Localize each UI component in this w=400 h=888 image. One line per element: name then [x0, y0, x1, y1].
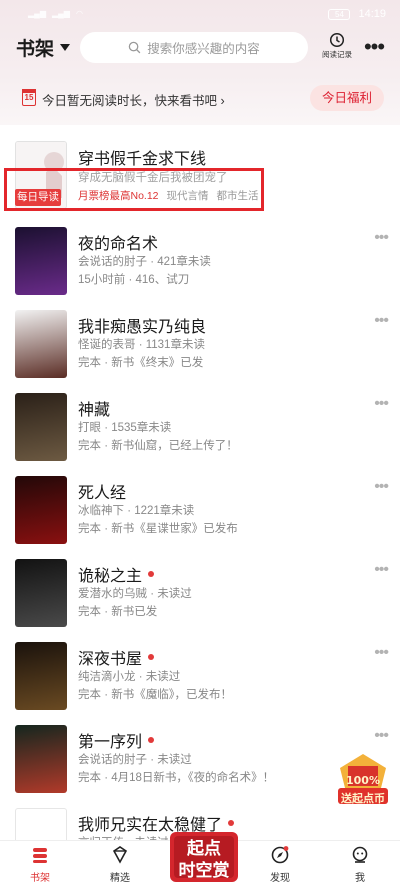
book-title: 第一序列: [78, 728, 155, 752]
featured-book[interactable]: 每日导读 穿书假千金求下线 穿成无脑假千金后我被团宠了 月票榜最高No.12 现…: [0, 127, 400, 217]
book-cover[interactable]: [15, 725, 67, 793]
book-title: 死人经: [78, 479, 126, 503]
search-placeholder: 搜索你感兴趣的内容: [147, 42, 260, 56]
status-left: ▂▄▆ ▂▄▆ ◠: [28, 10, 83, 18]
update-dot-icon: [148, 654, 155, 660]
nav-label: 我: [355, 873, 365, 884]
book-author-progress: 会说话的肘子 · 未读过: [78, 754, 192, 766]
book-latest-update: 完本 · 新书《魔临》，已发布！: [78, 689, 232, 701]
wifi-icon: ◠: [75, 9, 83, 18]
status-time: 14:19: [358, 8, 386, 20]
book-latest-update: 完本 · 新书已发: [78, 606, 158, 618]
notice-text: 今日暂无阅读时长，快来看书吧 ›: [42, 94, 225, 108]
book-latest-update: 15小时前 · 416、试刀: [78, 274, 190, 286]
nav-label: 书架: [30, 873, 50, 884]
book-row[interactable]: 夜的命名术会说话的肘子 · 421章未读 15小时前 · 416、试刀 •••: [0, 217, 400, 299]
top-bar: 书架 搜索你感兴趣的内容 阅读记录 •••: [0, 30, 400, 66]
battery-level: 54: [335, 9, 344, 19]
book-title-text: 我非痴愚实乃纯良: [78, 319, 207, 336]
daily-benefit-button[interactable]: 今日福利: [310, 85, 384, 111]
bookshelf-title[interactable]: 书架: [16, 34, 71, 61]
book-latest-update: 完本 · 4月18日新书，《夜的命名术》！: [78, 772, 275, 784]
search-input[interactable]: 搜索你感兴趣的内容: [80, 32, 308, 63]
book-latest-update: 完本 · 新书《终末》已发: [78, 357, 204, 369]
book-author-progress: 冰临神下 · 1221章未读: [78, 505, 195, 517]
book-title-text: 夜的命名术: [78, 236, 159, 253]
book-title: 夜的命名术: [78, 230, 158, 254]
profile-icon: [352, 846, 368, 863]
book-cover[interactable]: [15, 310, 67, 378]
row-more-icon[interactable]: •••: [374, 229, 389, 247]
coin-promo-button[interactable]: 100% 送起点币: [334, 752, 392, 808]
history-label: 阅读记录: [322, 50, 352, 59]
reading-history-button[interactable]: 阅读记录: [320, 32, 354, 64]
book-author-progress: 纯洁滴小龙 · 未读过: [78, 671, 181, 683]
book-latest-update: 完本 · 新书《星谍世家》已发布: [78, 523, 238, 535]
book-title: 深夜书屋: [78, 645, 155, 669]
book-title-text: 神藏: [78, 402, 111, 419]
book-row[interactable]: 我非痴愚实乃纯良怪诞的表哥 · 1131章未读 完本 · 新书《终末》已发 •••: [0, 300, 400, 382]
book-cover[interactable]: [15, 393, 67, 461]
book-title-text: 死人经: [78, 485, 127, 502]
nav-bookshelf[interactable]: 书架: [10, 845, 70, 887]
row-more-icon[interactable]: •••: [374, 644, 389, 662]
page-title: 书架: [16, 39, 55, 60]
calendar-icon: 15: [22, 89, 36, 106]
book-author-progress: 爱潜水的乌贼 · 未读过: [78, 588, 192, 600]
row-more-icon[interactable]: •••: [374, 312, 389, 330]
book-author-progress: 怪诞的表哥 · 1131章未读: [78, 339, 205, 351]
coin-label: 送起点币: [341, 793, 385, 805]
book-author-progress: 打眼 · 1535章未读: [78, 422, 172, 434]
book-author-progress: 会说话的肘子 · 421章未读: [78, 256, 211, 268]
book-title: 我非痴愚实乃纯良: [78, 313, 206, 337]
diamond-icon: [112, 846, 128, 864]
book-cover[interactable]: [15, 559, 67, 627]
book-row[interactable]: 深夜书屋纯洁滴小龙 · 未读过完本 · 新书《魔临》，已发布！ •••: [0, 632, 400, 714]
featured-title: 穿书假千金求下线: [78, 145, 206, 169]
time-reward-button[interactable]: 起点 时空赏: [166, 826, 242, 886]
battery-icon: 54: [328, 8, 351, 20]
book-title: 神藏: [78, 396, 110, 420]
signal-icon-2: ▂▄▆: [51, 9, 70, 18]
clock-icon: [329, 32, 345, 48]
book-title-text: 第一序列: [78, 734, 143, 751]
more-options-icon[interactable]: •••: [362, 36, 386, 58]
status-bar: ▂▄▆ ▂▄▆ ◠ 54 14:19: [0, 0, 400, 28]
book-row[interactable]: 诡秘之主爱潜水的乌贼 · 未读过 完本 · 新书已发 •••: [0, 549, 400, 631]
status-right: 54 14:19: [328, 8, 386, 20]
featured-title-text: 穿书假千金求下线: [78, 151, 207, 168]
row-more-icon[interactable]: •••: [374, 478, 389, 496]
book-title-text: 诡秘之主: [78, 568, 143, 585]
coin-percent: 100%: [346, 774, 380, 787]
update-dot-icon: [148, 571, 155, 577]
nav-label: 发现: [270, 873, 290, 884]
book-cover[interactable]: [15, 476, 67, 544]
book-cover[interactable]: [15, 642, 67, 710]
book-row[interactable]: 神藏打眼 · 1535章未读完本 · 新书仙窟，已经上传了！ •••: [0, 383, 400, 465]
promo-line2: 时空赏: [178, 861, 230, 880]
bookshelf-icon: [33, 848, 47, 863]
reading-notice[interactable]: 15 今日暂无阅读时长，快来看书吧 › 今日福利: [0, 84, 400, 112]
compass-icon: [271, 846, 289, 864]
calendar-date: 15: [24, 93, 34, 102]
chevron-down-icon: [60, 44, 71, 51]
nav-featured[interactable]: 精选: [90, 845, 150, 887]
row-more-icon[interactable]: •••: [374, 561, 389, 579]
nav-discover[interactable]: 发现: [250, 845, 310, 887]
row-more-icon[interactable]: •••: [374, 727, 389, 745]
book-title-text: 深夜书屋: [78, 651, 143, 668]
signal-icon: ▂▄▆: [28, 9, 46, 18]
highlight-box: [4, 168, 264, 211]
book-cover[interactable]: [15, 227, 67, 295]
book-title: 诡秘之主: [78, 562, 155, 586]
book-row[interactable]: 死人经冰临神下 · 1221章未读完本 · 新书《星谍世家》已发布 •••: [0, 466, 400, 548]
search-icon: [128, 41, 141, 54]
nav-me[interactable]: 我: [330, 845, 390, 887]
row-more-icon[interactable]: •••: [374, 395, 389, 413]
update-dot-icon: [148, 737, 155, 743]
nav-label: 精选: [110, 873, 130, 884]
book-latest-update: 完本 · 新书仙窟，已经上传了！: [78, 440, 238, 452]
